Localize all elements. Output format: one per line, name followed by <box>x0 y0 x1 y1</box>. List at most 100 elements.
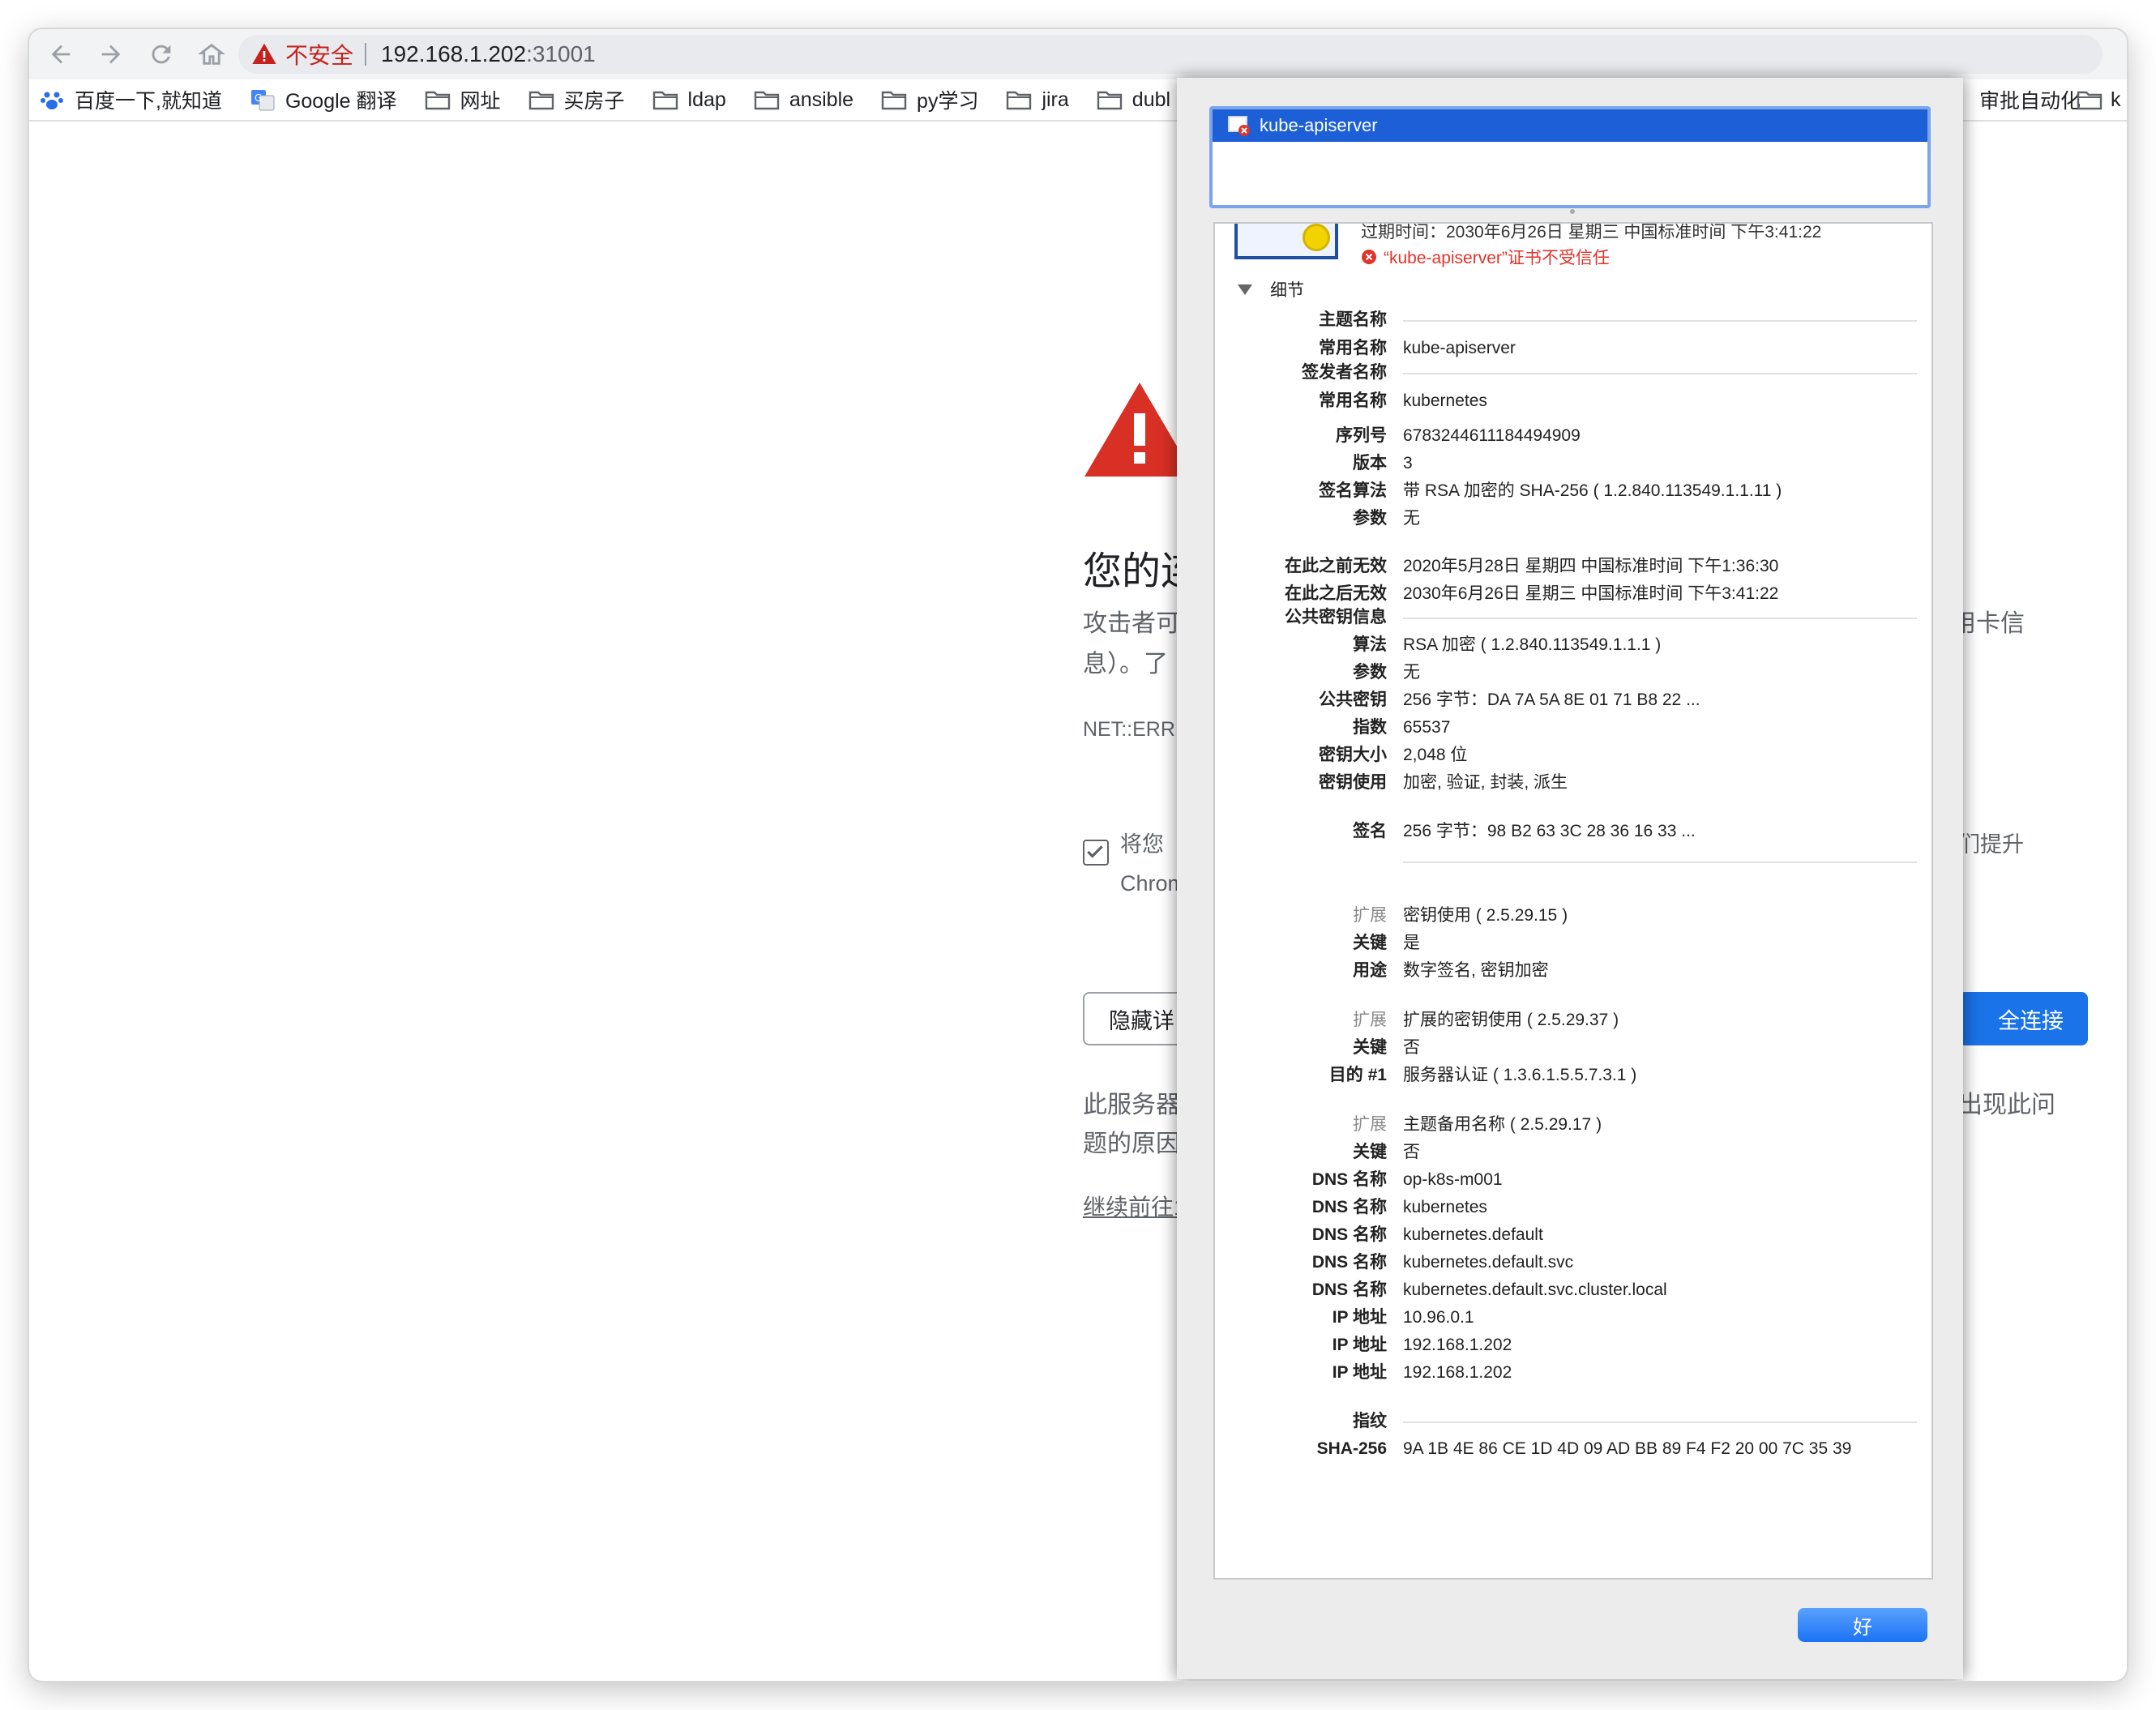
details-row: 关键是 <box>1215 930 1931 957</box>
details-section-header: 指纹 <box>1215 1408 1931 1435</box>
bookmark-item[interactable]: dubl <box>1097 88 1170 112</box>
details-row: 版本 3 <box>1215 450 1931 477</box>
certificate-list-item[interactable]: kube-apiserver <box>1213 109 1927 142</box>
section-divider <box>1403 1421 1917 1423</box>
report-label-right: 们提升 <box>1958 832 2024 857</box>
details-row: 签名算法带 RSA 加密的 SHA-256 ( 1.2.840.113549.1… <box>1215 477 1931 505</box>
section-divider <box>1215 848 1931 875</box>
details-row-label: DNS 名称 <box>1311 1225 1387 1244</box>
details-row-label: 密钥大小 <box>1319 746 1387 764</box>
reload-icon[interactable] <box>144 37 178 71</box>
bookmark-label: 审批自动化 <box>1979 90 2081 113</box>
bookmark-item[interactable]: G Google 翻译 <box>250 85 397 114</box>
details-row: 扩展 主题备用名称 ( 2.5.29.17 ) <box>1215 1111 1931 1139</box>
split-resize-handle[interactable] <box>1570 209 1575 214</box>
bookmark-label: 网址 <box>460 90 501 113</box>
disclosure-triangle-icon[interactable] <box>1238 284 1252 295</box>
explanation-line1-right: 出现此问 <box>1958 1092 2055 1118</box>
bookmark-item[interactable]: 百度一下,就知道 <box>39 85 222 114</box>
checkmark-icon <box>1087 845 1103 858</box>
bookmark-item[interactable]: jira <box>1006 88 1069 112</box>
details-section-header: 公共密钥信息 <box>1215 604 1931 631</box>
details-row-value: 扩展的密钥使用 ( 2.5.29.37 ) <box>1403 1011 1619 1029</box>
omnibox-divider <box>365 43 367 66</box>
details-row: 关键否 <box>1215 1139 1931 1166</box>
details-disclosure[interactable]: 细节 <box>1238 277 1304 301</box>
details-row-label: 签发者名称 <box>1302 363 1387 382</box>
details-row: DNS 名称 kubernetes <box>1215 1194 1931 1221</box>
explanation-line1: 此服务器 <box>1083 1092 1180 1118</box>
certificate-list[interactable]: kube-apiserver <box>1209 106 1931 208</box>
bookmark-label: dubl <box>1131 88 1171 111</box>
bookmark-label: ansible <box>789 88 854 111</box>
details-row-label: 公共密钥 <box>1319 690 1387 709</box>
report-label: 将您 <box>1120 832 1164 857</box>
bookmark-item[interactable]: py学习 <box>881 85 978 114</box>
page-description-line2: 息）。了 <box>1083 651 1168 678</box>
certificate-details-panel[interactable]: 过期时间：2030年6月26日 星期三 中国标准时间 下午3:41:22 “ku… <box>1213 222 1933 1580</box>
browser-window: 不安全 192.168.1.202 :31001 百度一下,就知道 G Google… <box>29 29 2127 1681</box>
details-row-value: 否 <box>1403 1038 1420 1057</box>
details-row-value: 10.96.0.1 <box>1403 1308 1474 1327</box>
error-code: NET::ERR <box>1083 718 1175 741</box>
bookmark-item[interactable]: ldap <box>652 88 726 112</box>
folder-icon <box>1097 88 1132 111</box>
details-row: DNS 名称 kubernetes.default.svc <box>1215 1249 1931 1276</box>
details-row-label: DNS 名称 <box>1311 1253 1387 1272</box>
details-row-label: 关键 <box>1353 934 1387 952</box>
home-icon[interactable] <box>195 37 229 71</box>
expiry-summary: 过期时间：2030年6月26日 星期三 中国标准时间 下午3:41:22 <box>1361 223 1822 242</box>
details-row-value: 65537 <box>1403 718 1451 737</box>
details-row-label: 常用名称 <box>1319 391 1387 410</box>
report-label-line2: Chrom <box>1120 871 1187 896</box>
folder-icon <box>425 88 460 111</box>
forward-arrow-icon[interactable] <box>94 37 128 71</box>
bookmark-item[interactable]: 审批自动化 <box>1979 79 2081 120</box>
details-row-label: IP 地址 <box>1332 1363 1387 1382</box>
folder-icon <box>754 88 789 111</box>
bookmark-item[interactable]: k <box>2077 79 2121 120</box>
back-arrow-icon[interactable] <box>44 37 78 71</box>
details-row-label: DNS 名称 <box>1311 1280 1387 1299</box>
details-row-label: 在此之前无效 <box>1285 557 1387 575</box>
trust-status: “kube-apiserver”证书不受信任 <box>1361 245 1610 269</box>
url-port: :31001 <box>526 41 596 66</box>
details-row: 用途 数字签名, 密钥加密 <box>1215 957 1931 985</box>
back-to-safety-button[interactable]: 全连接 <box>1958 992 2088 1045</box>
ok-button[interactable]: 好 <box>1798 1608 1927 1642</box>
folder-icon <box>652 88 688 111</box>
section-divider <box>1403 320 1917 322</box>
details-row-value: 256 字节：98 B2 63 3C 28 36 16 33 ... <box>1403 822 1696 840</box>
details-label: 细节 <box>1270 281 1304 300</box>
details-row-value: 服务器认证 ( 1.3.6.1.5.5.7.3.1 ) <box>1403 1066 1637 1084</box>
bookmark-item[interactable]: 网址 <box>425 85 501 114</box>
proceed-link[interactable]: 继续前往1 <box>1083 1190 1187 1222</box>
details-row-label: DNS 名称 <box>1311 1170 1387 1189</box>
warning-icon[interactable] <box>251 41 277 67</box>
details-row-value: 无 <box>1403 509 1420 528</box>
details-row-label: 目的 #1 <box>1328 1066 1387 1084</box>
details-row-label: 扩展 <box>1353 1011 1387 1029</box>
report-checkbox[interactable] <box>1083 840 1109 866</box>
security-status[interactable]: 不安全 <box>285 38 353 71</box>
details-row: 参数无 <box>1215 505 1931 532</box>
bookmark-label: jira <box>1042 88 1069 111</box>
section-divider <box>1403 373 1917 374</box>
details-row-value: 9A 1B 4E 86 CE 1D 4D 09 AD BB 89 F4 F2 2… <box>1403 1439 1852 1458</box>
bookmark-item[interactable]: ansible <box>754 88 853 112</box>
details-row-value: 加密, 验证, 封装, 派生 <box>1403 773 1568 792</box>
bookmark-item[interactable]: 买房子 <box>528 85 625 114</box>
details-row: DNS 名称 kubernetes.default <box>1215 1221 1931 1249</box>
address-bar[interactable]: 不安全 192.168.1.202 :31001 <box>238 35 2103 74</box>
details-row-label: 版本 <box>1353 454 1387 472</box>
baidu-paw-icon <box>39 88 75 111</box>
bookmark-label: k <box>2111 88 2121 111</box>
details-row-label: 签名算法 <box>1319 481 1387 500</box>
details-row-label: 参数 <box>1353 663 1387 682</box>
details-row-value: 2020年5月28日 星期四 中国标准时间 下午1:36:30 <box>1403 557 1779 575</box>
browser-toolbar: 不安全 192.168.1.202 :31001 <box>29 29 2127 79</box>
details-row-label: IP 地址 <box>1332 1308 1387 1327</box>
details-row: 目的 #1 服务器认证 ( 1.3.6.1.5.5.7.3.1 ) <box>1215 1062 1931 1089</box>
google-translate-icon: G <box>250 88 285 111</box>
details-row-value: 192.168.1.202 <box>1403 1336 1512 1354</box>
